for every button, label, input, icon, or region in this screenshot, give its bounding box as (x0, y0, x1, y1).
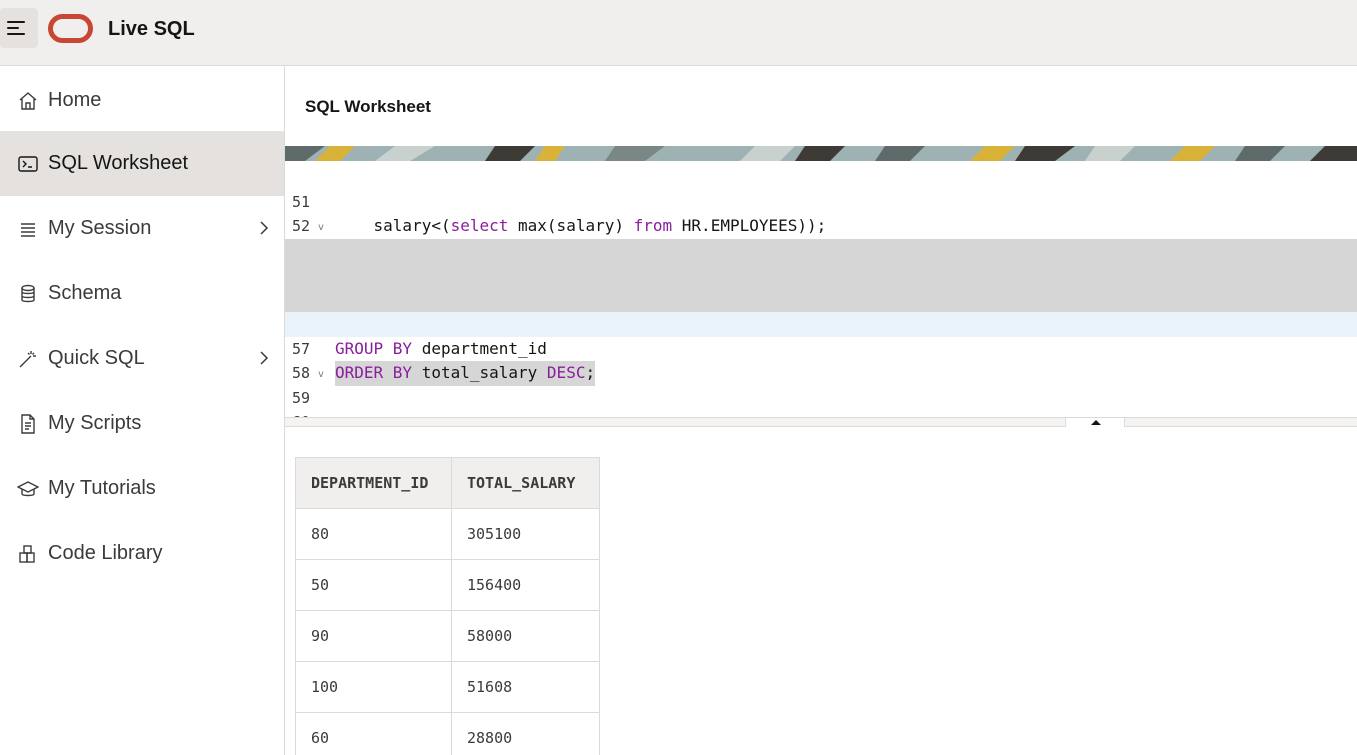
terminal-icon (18, 156, 38, 172)
sidebar-item-sql-worksheet[interactable]: SQL Worksheet (0, 131, 284, 196)
sidebar-item-label: Home (48, 89, 102, 111)
table-cell: 60 (295, 712, 452, 755)
editor-line[interactable]: 58 (285, 337, 1357, 382)
top-bar: Live SQL (0, 0, 1357, 66)
list-icon (21, 223, 35, 237)
sidebar-item-schema[interactable]: Schema (0, 261, 284, 326)
sidebar-item-label: Code Library (48, 542, 163, 564)
sidebar-item-quick-sql[interactable]: Quick SQL (0, 326, 284, 391)
table-cell: 28800 (451, 712, 600, 755)
oracle-logo[interactable] (48, 14, 93, 43)
table-row: 90 58000 (295, 610, 600, 662)
chevron-right-icon (260, 351, 269, 365)
menu-line-icon (7, 27, 19, 29)
sidebar-item-label: SQL Worksheet (48, 152, 189, 174)
sql-code-editor[interactable]: 51 salary<(select max(salary) from HR.EM… (285, 161, 1357, 419)
app-title: Live SQL (108, 18, 195, 40)
sidebar-item-label: My Tutorials (48, 477, 156, 499)
editor-line[interactable]: 60 SELECT job_id, AVG(salary) AS avg_sal… (285, 386, 1357, 419)
table-header-row: DEPARTMENT_ID TOTAL_SALARY (295, 457, 600, 509)
database-icon (21, 284, 35, 303)
library-icon (19, 545, 35, 563)
table-cell: 100 (295, 661, 452, 713)
chevron-right-icon (260, 221, 269, 235)
editor-line[interactable]: 52 (285, 190, 1357, 235)
collapse-arrow-icon[interactable] (1065, 418, 1125, 427)
fold-toggle-icon[interactable]: v (318, 363, 324, 388)
page-title: SQL Worksheet (305, 97, 431, 116)
table-row: 50 156400 (295, 559, 600, 611)
table-cell: 50 (295, 559, 452, 611)
table-cell: 156400 (451, 559, 600, 611)
table-row: 100 51608 (295, 661, 600, 713)
home-icon (19, 92, 37, 110)
editor-results-splitter[interactable] (285, 417, 1357, 427)
editor-line[interactable]: 53 v Total salary paid per department---… (285, 214, 1357, 309)
editor-line[interactable]: 57 ORDER BY total_salary DESC; (285, 312, 1357, 386)
magic-wand-icon (19, 351, 36, 368)
results-table: DEPARTMENT_ID TOTAL_SALARY 80 305100 50 … (295, 457, 600, 755)
sidebar-item-label: Schema (48, 282, 122, 304)
graduation-cap-icon (17, 481, 39, 497)
sidebar-item-code-library[interactable]: Code Library (0, 521, 284, 586)
fold-toggle-icon[interactable]: v (318, 216, 324, 241)
menu-line-icon (7, 21, 25, 23)
menu-line-icon (7, 33, 25, 35)
table-cell: 58000 (451, 610, 600, 662)
decorative-banner (285, 146, 1357, 161)
table-cell: 90 (295, 610, 452, 662)
table-row: 60 28800 (295, 712, 600, 755)
column-header[interactable]: TOTAL_SALARY (451, 457, 600, 509)
sidebar-item-label: My Session (48, 217, 152, 239)
sidebar-item-label: My Scripts (48, 412, 142, 434)
column-header[interactable]: DEPARTMENT_ID (295, 457, 452, 509)
sidebar: Home SQL Worksheet My Session Schema Qui… (0, 66, 285, 755)
table-cell: 305100 (451, 508, 600, 560)
editor-line[interactable]: 51 salary<(select max(salary) from HR.EM… (285, 165, 1357, 236)
sidebar-item-label: Quick SQL (48, 347, 145, 369)
sidebar-item-my-session[interactable]: My Session (0, 196, 284, 261)
editor-line[interactable]: 59 v Average salary per job role--------… (285, 361, 1357, 407)
editor-line[interactable]: 56 GROUP BY department_id (285, 287, 1357, 358)
hamburger-menu-button[interactable] (0, 8, 38, 48)
sidebar-item-my-tutorials[interactable]: My Tutorials (0, 456, 284, 521)
editor-line[interactable]: 54 SELECT department_id, SUM(salary) AS … (285, 238, 1357, 309)
table-cell: 51608 (451, 661, 600, 713)
table-row: 80 305100 (295, 508, 600, 560)
sidebar-item-home[interactable]: Home (0, 68, 284, 133)
document-icon (21, 414, 35, 434)
editor-line[interactable]: 55 FROM HR.employees (285, 263, 1357, 333)
sidebar-item-my-scripts[interactable]: My Scripts (0, 391, 284, 456)
table-cell: 80 (295, 508, 452, 560)
